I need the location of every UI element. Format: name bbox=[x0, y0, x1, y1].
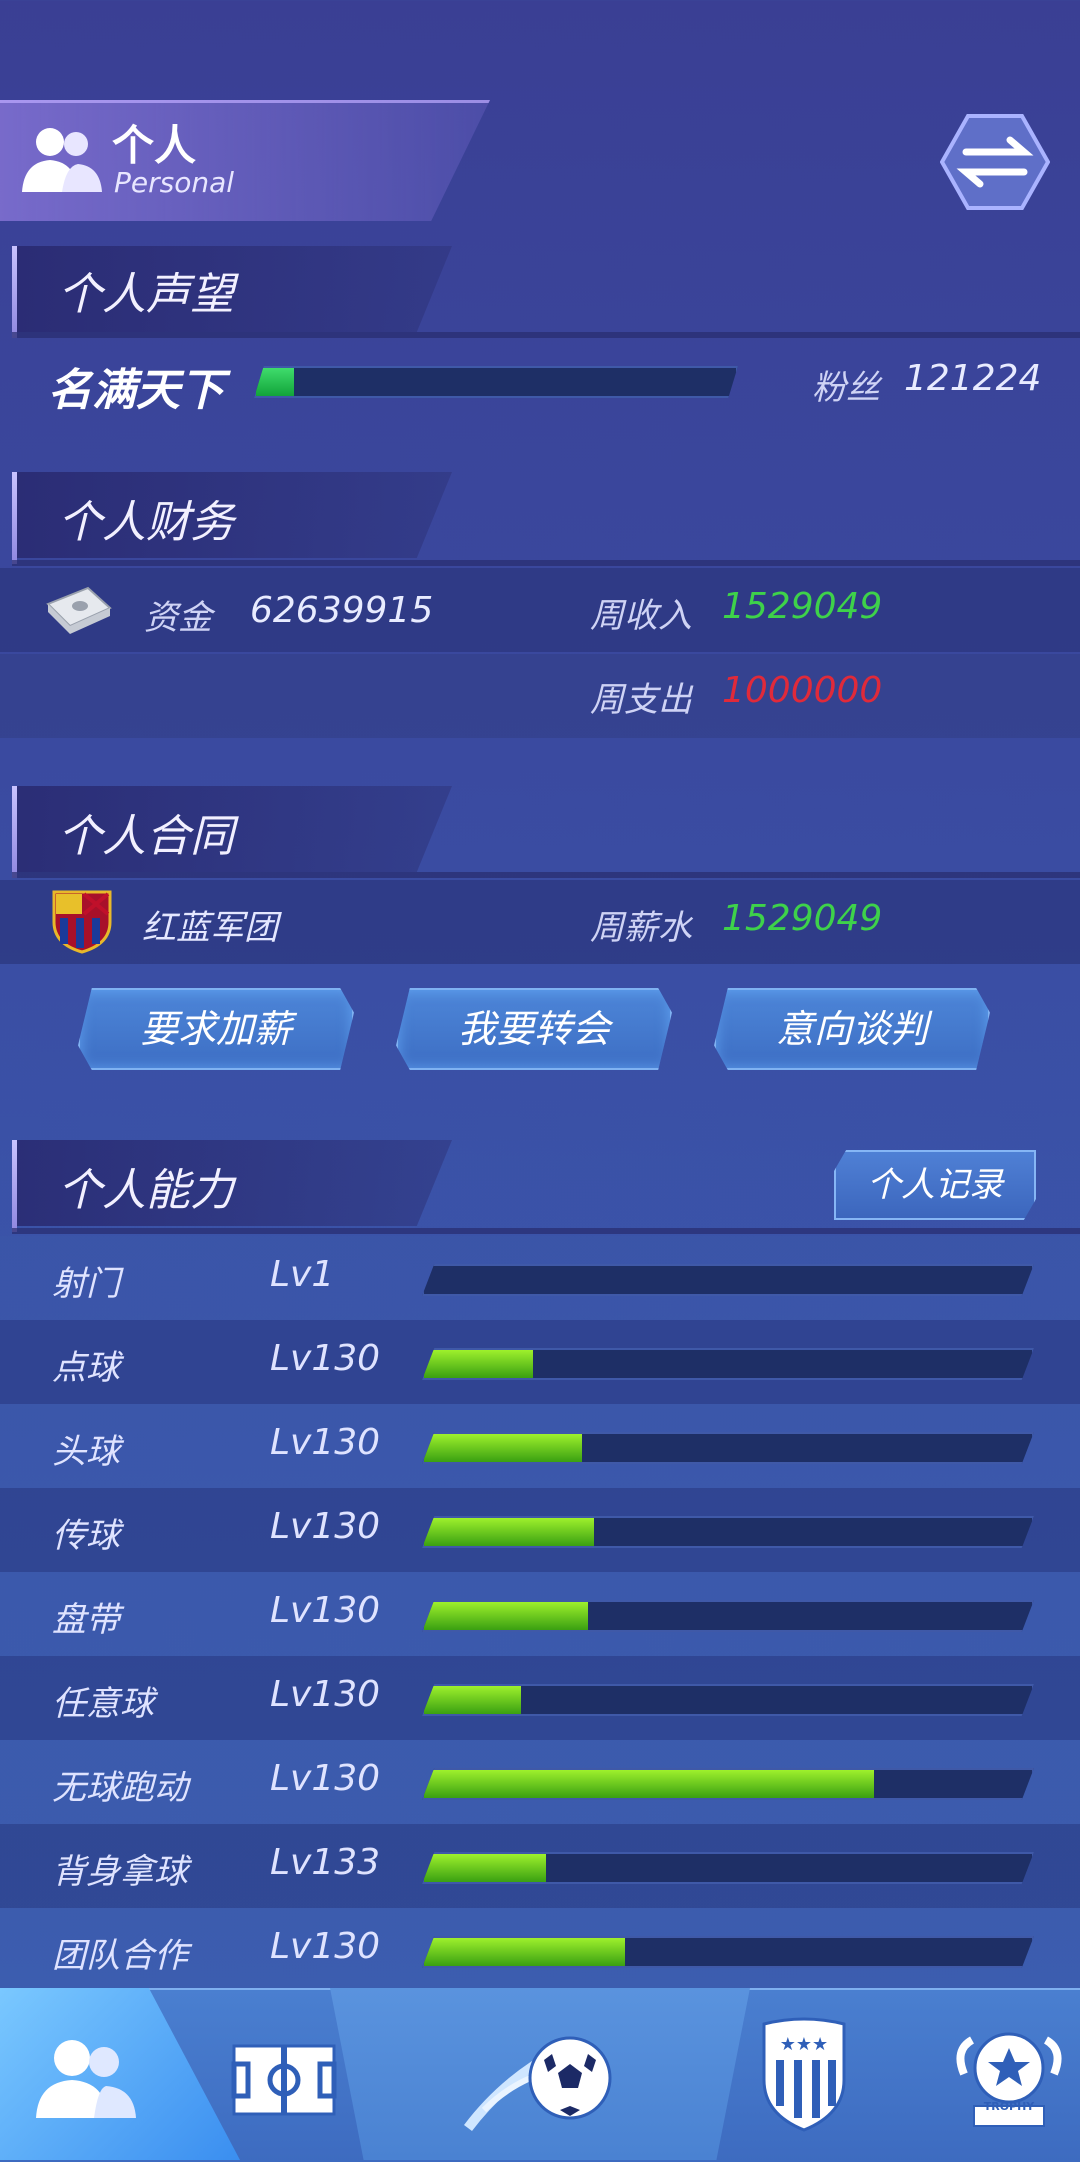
section-accent bbox=[12, 1140, 17, 1232]
request-transfer-button[interactable]: 我要转会 bbox=[396, 988, 672, 1070]
fans-label: 粉丝 bbox=[812, 368, 880, 408]
skill-level: Lv130 bbox=[270, 1506, 381, 1547]
skill-bar-fill bbox=[424, 1518, 595, 1546]
reputation-bar-fill bbox=[256, 368, 295, 396]
skill-level: Lv130 bbox=[270, 1590, 381, 1631]
section-accent bbox=[12, 786, 17, 878]
skill-level: Lv133 bbox=[270, 1842, 381, 1883]
skill-bar bbox=[422, 1348, 1034, 1380]
weekly-income-label: 周收入 bbox=[590, 596, 692, 636]
skill-bar bbox=[422, 1600, 1034, 1632]
skill-bar-fill bbox=[424, 1686, 522, 1714]
skill-bar-fill bbox=[424, 1938, 625, 1966]
nav-personal-icon[interactable] bbox=[24, 2010, 144, 2140]
funds-label: 资金 bbox=[144, 598, 212, 638]
skill-row: 背身拿球 Lv133 bbox=[0, 1824, 1080, 1908]
finance-row bbox=[0, 654, 1080, 738]
skill-row: 点球 Lv130 bbox=[0, 1320, 1080, 1404]
skill-name: 头球 bbox=[52, 1432, 120, 1472]
skill-row: 头球 Lv130 bbox=[0, 1404, 1080, 1488]
section-divider bbox=[12, 332, 1080, 338]
finance-section-title: 个人财务 bbox=[58, 497, 234, 548]
skill-bar-fill bbox=[424, 1434, 583, 1462]
skill-bar-fill bbox=[424, 1602, 589, 1630]
skill-name: 传球 bbox=[52, 1516, 120, 1556]
money-icon bbox=[46, 586, 112, 634]
negotiate-button[interactable]: 意向谈判 bbox=[714, 988, 990, 1070]
club-crest-icon bbox=[52, 890, 112, 954]
skill-bar-fill bbox=[424, 1770, 874, 1798]
section-divider bbox=[12, 560, 1080, 566]
skill-row: 射门 Lv1 bbox=[0, 1236, 1080, 1320]
reputation-section-title: 个人声望 bbox=[58, 269, 234, 320]
skill-level: Lv1 bbox=[270, 1254, 335, 1295]
page-subtitle: Personal bbox=[114, 166, 235, 199]
skill-row: 无球跑动 Lv130 bbox=[0, 1740, 1080, 1824]
nav-club-badge-icon[interactable]: ★★★ bbox=[744, 2010, 864, 2140]
weekly-salary-value: 1529049 bbox=[722, 898, 883, 939]
club-name: 红蓝军团 bbox=[142, 908, 278, 948]
ability-section-title: 个人能力 bbox=[58, 1165, 234, 1216]
skill-name: 射门 bbox=[52, 1264, 120, 1304]
swap-icon[interactable] bbox=[940, 112, 1050, 212]
personal-icon bbox=[22, 128, 102, 192]
weekly-income-value: 1529049 bbox=[722, 586, 883, 627]
skill-row: 任意球 Lv130 bbox=[0, 1656, 1080, 1740]
skill-name: 团队合作 bbox=[52, 1936, 188, 1976]
skill-bar bbox=[422, 1852, 1034, 1884]
skill-bar-fill bbox=[424, 1350, 534, 1378]
weekly-salary-label: 周薪水 bbox=[590, 908, 692, 948]
section-divider bbox=[12, 872, 1080, 878]
skill-bar bbox=[422, 1768, 1034, 1800]
weekly-expense-value: 1000000 bbox=[722, 670, 883, 711]
skill-bar bbox=[422, 1684, 1034, 1716]
skill-row: 传球 Lv130 bbox=[0, 1488, 1080, 1572]
request-raise-button[interactable]: 要求加薪 bbox=[78, 988, 354, 1070]
svg-text:★★★: ★★★ bbox=[780, 2034, 828, 2055]
skill-level: Lv130 bbox=[270, 1758, 381, 1799]
skill-bar-fill bbox=[424, 1854, 546, 1882]
personal-records-button[interactable]: 个人记录 bbox=[834, 1150, 1036, 1220]
page-title: 个人 bbox=[112, 121, 197, 170]
skill-bar bbox=[422, 1516, 1034, 1548]
skill-row: 团队合作 Lv130 bbox=[0, 1908, 1080, 1992]
skill-bar bbox=[422, 1432, 1034, 1464]
skill-name: 背身拿球 bbox=[52, 1852, 188, 1892]
weekly-expense-label: 周支出 bbox=[590, 680, 692, 720]
skill-row: 盘带 Lv130 bbox=[0, 1572, 1080, 1656]
skill-name: 任意球 bbox=[52, 1684, 154, 1724]
section-accent bbox=[12, 246, 17, 338]
skill-level: Lv130 bbox=[270, 1926, 381, 1967]
skill-name: 无球跑动 bbox=[52, 1768, 188, 1808]
section-divider bbox=[12, 1228, 1080, 1234]
fans-value: 121224 bbox=[904, 358, 1042, 399]
skill-name: 盘带 bbox=[52, 1600, 120, 1640]
skill-level: Lv130 bbox=[270, 1674, 381, 1715]
trophy-label: TROPHY bbox=[983, 2100, 1035, 2113]
nav-pitch-icon[interactable] bbox=[224, 2010, 344, 2140]
reputation-rank: 名满天下 bbox=[48, 365, 224, 416]
skill-level: Lv130 bbox=[270, 1422, 381, 1463]
section-accent bbox=[12, 472, 17, 564]
reputation-bar bbox=[254, 366, 738, 398]
skill-name: 点球 bbox=[52, 1348, 120, 1388]
skill-bar bbox=[422, 1936, 1034, 1968]
nav-trophy-icon[interactable] bbox=[944, 2010, 1074, 2140]
nav-match-ball-icon[interactable] bbox=[464, 2010, 624, 2140]
skill-level: Lv130 bbox=[270, 1338, 381, 1379]
funds-value: 62639915 bbox=[250, 590, 434, 631]
skill-bar bbox=[422, 1264, 1034, 1296]
contract-section-title: 个人合同 bbox=[58, 811, 234, 862]
